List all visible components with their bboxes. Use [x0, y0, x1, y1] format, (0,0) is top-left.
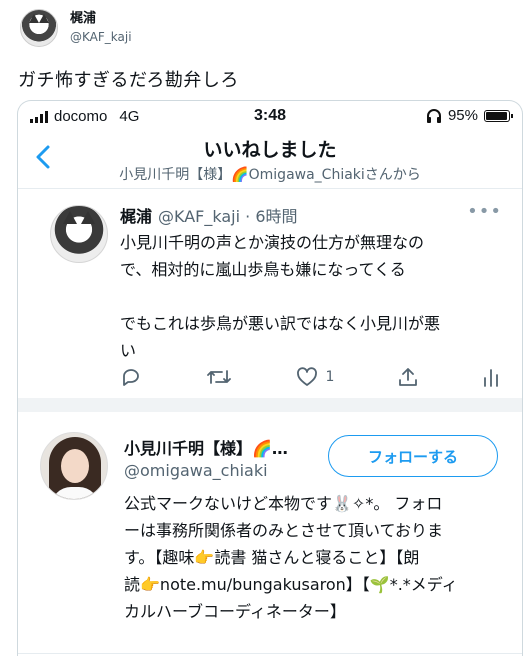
battery-info: 95% — [426, 107, 513, 124]
share-button[interactable] — [398, 366, 418, 388]
tweet-line: でもこれは歩鳥が悪い訳ではなく小見川が悪 — [120, 314, 441, 333]
tweet-header: 梶浦 @KAF_kaji · 6時間 — [120, 203, 298, 227]
retweet-icon — [206, 370, 231, 384]
bio-line: す。【趣味👉読書 猫さんと寝ること】【朗 — [124, 548, 420, 567]
profile-name[interactable]: 小見川千明【様】🌈… — [124, 435, 288, 459]
like-button[interactable]: 1 — [296, 367, 335, 387]
share-icon — [399, 368, 418, 386]
author-handle[interactable]: @KAF_kaji — [70, 28, 132, 46]
page-title: いいねしました — [203, 139, 337, 161]
reply-button[interactable] — [120, 367, 142, 387]
retweet-button[interactable] — [206, 367, 232, 387]
follow-button[interactable]: フォローする — [328, 435, 498, 477]
bio-line: ーは事務所関係者のみとさせて頂いておりま — [124, 521, 444, 540]
section-separator — [18, 398, 522, 412]
tweet-line: い — [120, 341, 137, 360]
liked-tweet[interactable]: 梶浦 @KAF_kaji · 6時間 ••• 小見川千明の声とか演技の仕方が無理… — [18, 191, 522, 396]
tweet-body: 小見川千明の声とか演技の仕方が無理なの で、相対的に嵐山歩鳥も嫌になってくる で… — [120, 229, 505, 364]
battery-icon — [484, 109, 513, 122]
stats-icon — [484, 369, 498, 387]
battery-percent: 95% — [447, 107, 478, 124]
profile-bio: 公式マークないけど本物です🐰✧*。 フォロ ーは事務所関係者のみとさせて頂いてお… — [124, 490, 514, 625]
nav-bar: いいねしました 小見川千明【様】🌈Omigawa_Chiakiさんから — [18, 131, 522, 189]
embedded-screenshot[interactable]: docomo 4G 3:48 95% いいねしました 小見川千明【様】🌈Omig… — [17, 100, 523, 656]
like-count: 1 — [325, 369, 335, 385]
tweet-line: 小見川千明の声とか演技の仕方が無理なの — [120, 233, 425, 252]
profile-card[interactable]: 小見川千明【様】🌈… @omigawa_chiaki フォローする 公式マークな… — [18, 412, 522, 656]
outer-author: 梶浦 @KAF_kaji — [70, 10, 132, 46]
avatar[interactable] — [50, 205, 108, 263]
avatar[interactable] — [20, 9, 58, 47]
reply-icon — [123, 369, 139, 386]
author-name[interactable]: 梶浦 — [120, 203, 152, 227]
tweet-text: ガチ怖すぎるだろ勘弁しろ — [18, 70, 239, 91]
outer-tweet-header: 梶浦 @KAF_kaji — [20, 8, 132, 48]
stats-button[interactable] — [482, 367, 500, 387]
tweet-actions: 1 — [120, 364, 500, 390]
heart-icon — [296, 367, 317, 386]
divider — [18, 653, 522, 654]
more-dots-icon[interactable]: ••• — [467, 201, 502, 222]
bio-line: カルハーブコーディネーター】 — [124, 602, 346, 621]
bio-line: 公式マークないけど本物です🐰✧*。 フォロ — [124, 494, 443, 513]
avatar[interactable] — [40, 432, 108, 500]
tweet-line: で、相対的に嵐山歩鳥も嫌になってくる — [120, 260, 406, 279]
bio-line: 読👉note.mu/bungakusaron】【🌱*.*メディ — [124, 575, 458, 594]
author-name[interactable]: 梶浦 — [70, 10, 132, 28]
profile-handle: @omigawa_chiaki — [124, 461, 268, 480]
status-bar: docomo 4G 3:48 95% — [18, 101, 522, 131]
page-subtitle: 小見川千明【様】🌈Omigawa_Chiakiさんから — [119, 167, 421, 183]
tweet-meta: @KAF_kaji · 6時間 — [158, 207, 298, 226]
headphones-icon — [426, 108, 441, 123]
